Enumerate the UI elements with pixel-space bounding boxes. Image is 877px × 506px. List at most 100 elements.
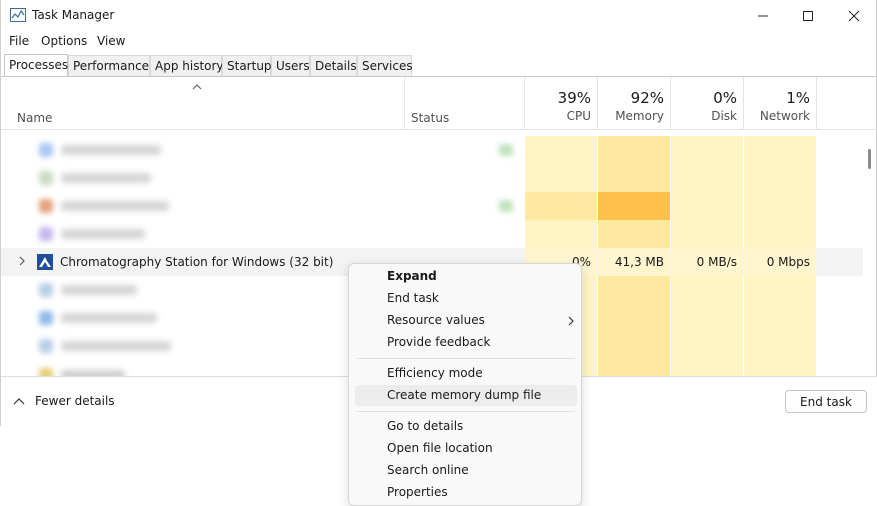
menu-item-label: Go to details — [387, 419, 464, 433]
chevron-right-icon — [568, 316, 574, 326]
menu-item-properties[interactable]: Properties — [355, 482, 577, 503]
cpu-cell — [525, 220, 597, 248]
network-cell — [744, 136, 816, 164]
column-header: Name Status 39% CPU 92% Memory 0% Disk 1… — [1, 77, 877, 130]
disk-label: Disk — [711, 109, 737, 123]
memory-cell — [598, 304, 670, 332]
process-disk: 0 MB/s — [696, 255, 737, 269]
tab-users[interactable]: Users — [271, 55, 310, 76]
menu-item-label: Efficiency mode — [387, 366, 483, 380]
close-button[interactable] — [831, 0, 877, 32]
table-row[interactable] — [1, 192, 863, 220]
memory-cell — [598, 136, 670, 164]
column-memory[interactable]: 92% Memory — [598, 89, 664, 123]
menu-item-open-file-location[interactable]: Open file location — [355, 438, 577, 459]
menu-item-provide-feedback[interactable]: Provide feedback — [355, 332, 577, 353]
menu-item-label: Open file location — [387, 441, 493, 455]
column-network[interactable]: 1% Network — [744, 89, 810, 123]
blurred-status-icon — [499, 200, 513, 212]
column-cpu[interactable]: 39% CPU — [525, 89, 591, 123]
scrollbar-thumb[interactable] — [868, 149, 871, 169]
cpu-total-percent: 39% — [557, 89, 591, 107]
sort-ascending-icon[interactable] — [191, 83, 203, 91]
network-cell — [744, 304, 816, 332]
memory-cell — [598, 360, 670, 376]
column-status[interactable]: Status — [411, 111, 449, 125]
column-separator — [404, 77, 405, 130]
blurred-process-name — [61, 313, 157, 323]
tab-processes[interactable]: Processes — [4, 54, 68, 77]
process-memory: 41,3 MB — [614, 255, 664, 269]
disk-cell — [671, 332, 743, 360]
cpu-label: CPU — [566, 109, 591, 123]
menu-separator — [357, 411, 575, 412]
menu-separator — [357, 358, 575, 359]
table-row[interactable] — [1, 164, 863, 192]
column-name[interactable]: Name — [17, 111, 52, 125]
memory-cell — [598, 332, 670, 360]
table-row[interactable] — [1, 136, 863, 164]
tab-performance[interactable]: Performance — [68, 55, 150, 76]
blurred-process-icon — [39, 368, 53, 376]
disk-cell — [671, 304, 743, 332]
vertical-scrollbar[interactable] — [863, 134, 877, 376]
network-cell — [744, 332, 816, 360]
column-separator — [816, 77, 817, 130]
chevron-right-icon[interactable] — [17, 256, 27, 266]
network-cell — [744, 192, 816, 220]
table-row[interactable] — [1, 220, 863, 248]
tab-app-history[interactable]: App history — [150, 55, 224, 76]
menu-item-expand[interactable]: Expand — [355, 266, 577, 287]
tab-services[interactable]: Services — [357, 55, 413, 76]
menu-item-resource-values[interactable]: Resource values — [355, 310, 577, 331]
memory-total-percent: 92% — [630, 89, 664, 107]
maximize-button[interactable] — [785, 0, 831, 32]
blurred-process-name — [61, 201, 169, 211]
blurred-process-name — [61, 145, 161, 155]
end-task-button[interactable]: End task — [785, 390, 867, 413]
menu-item-create-dump[interactable]: Create memory dump file — [355, 385, 577, 406]
blurred-status-icon — [499, 144, 513, 156]
tab-startup[interactable]: Startup — [222, 55, 272, 76]
minimize-button[interactable] — [740, 0, 786, 32]
menu-view[interactable]: View — [97, 34, 125, 48]
fewer-details-toggle[interactable]: Fewer details — [13, 394, 115, 408]
blurred-process-name — [61, 173, 151, 183]
blurred-process-icon — [39, 339, 53, 353]
menu-file[interactable]: File — [9, 34, 29, 48]
network-cell — [744, 276, 816, 304]
memory-label: Memory — [615, 109, 664, 123]
context-menu: Expand End task Resource values Provide … — [348, 263, 582, 506]
cpu-cell — [525, 136, 597, 164]
blurred-process-icon — [39, 283, 53, 297]
minimize-icon — [758, 15, 768, 17]
close-icon — [848, 10, 860, 22]
memory-cell — [598, 164, 670, 192]
blurred-process-icon — [39, 227, 53, 241]
menu-item-label: Create memory dump file — [387, 388, 542, 402]
disk-cell — [671, 220, 743, 248]
menu-item-end-task[interactable]: End task — [355, 288, 577, 309]
menu-item-label: Expand — [387, 269, 437, 283]
blurred-process-name — [61, 229, 145, 239]
menu-item-efficiency-mode[interactable]: Efficiency mode — [355, 363, 577, 384]
menu-item-label: Properties — [387, 485, 448, 499]
disk-cell — [671, 276, 743, 304]
blurred-process-icon — [39, 171, 53, 185]
network-total-percent: 1% — [786, 89, 810, 107]
menu-item-search-online[interactable]: Search online — [355, 460, 577, 481]
tab-details[interactable]: Details — [310, 55, 357, 76]
maximize-icon — [803, 11, 813, 21]
network-cell — [744, 164, 816, 192]
chevron-up-icon — [13, 398, 25, 405]
menu-item-label: Search online — [387, 463, 469, 477]
blurred-process-icon — [39, 311, 53, 325]
blurred-process-name — [61, 285, 137, 295]
menu-options[interactable]: Options — [41, 34, 87, 48]
memory-cell — [598, 192, 670, 220]
task-manager-icon — [10, 8, 26, 22]
process-network: 0 Mbps — [766, 255, 810, 269]
menu-item-go-to-details[interactable]: Go to details — [355, 416, 577, 437]
column-disk[interactable]: 0% Disk — [671, 89, 737, 123]
process-name: Chromatography Station for Windows (32 b… — [60, 255, 334, 269]
